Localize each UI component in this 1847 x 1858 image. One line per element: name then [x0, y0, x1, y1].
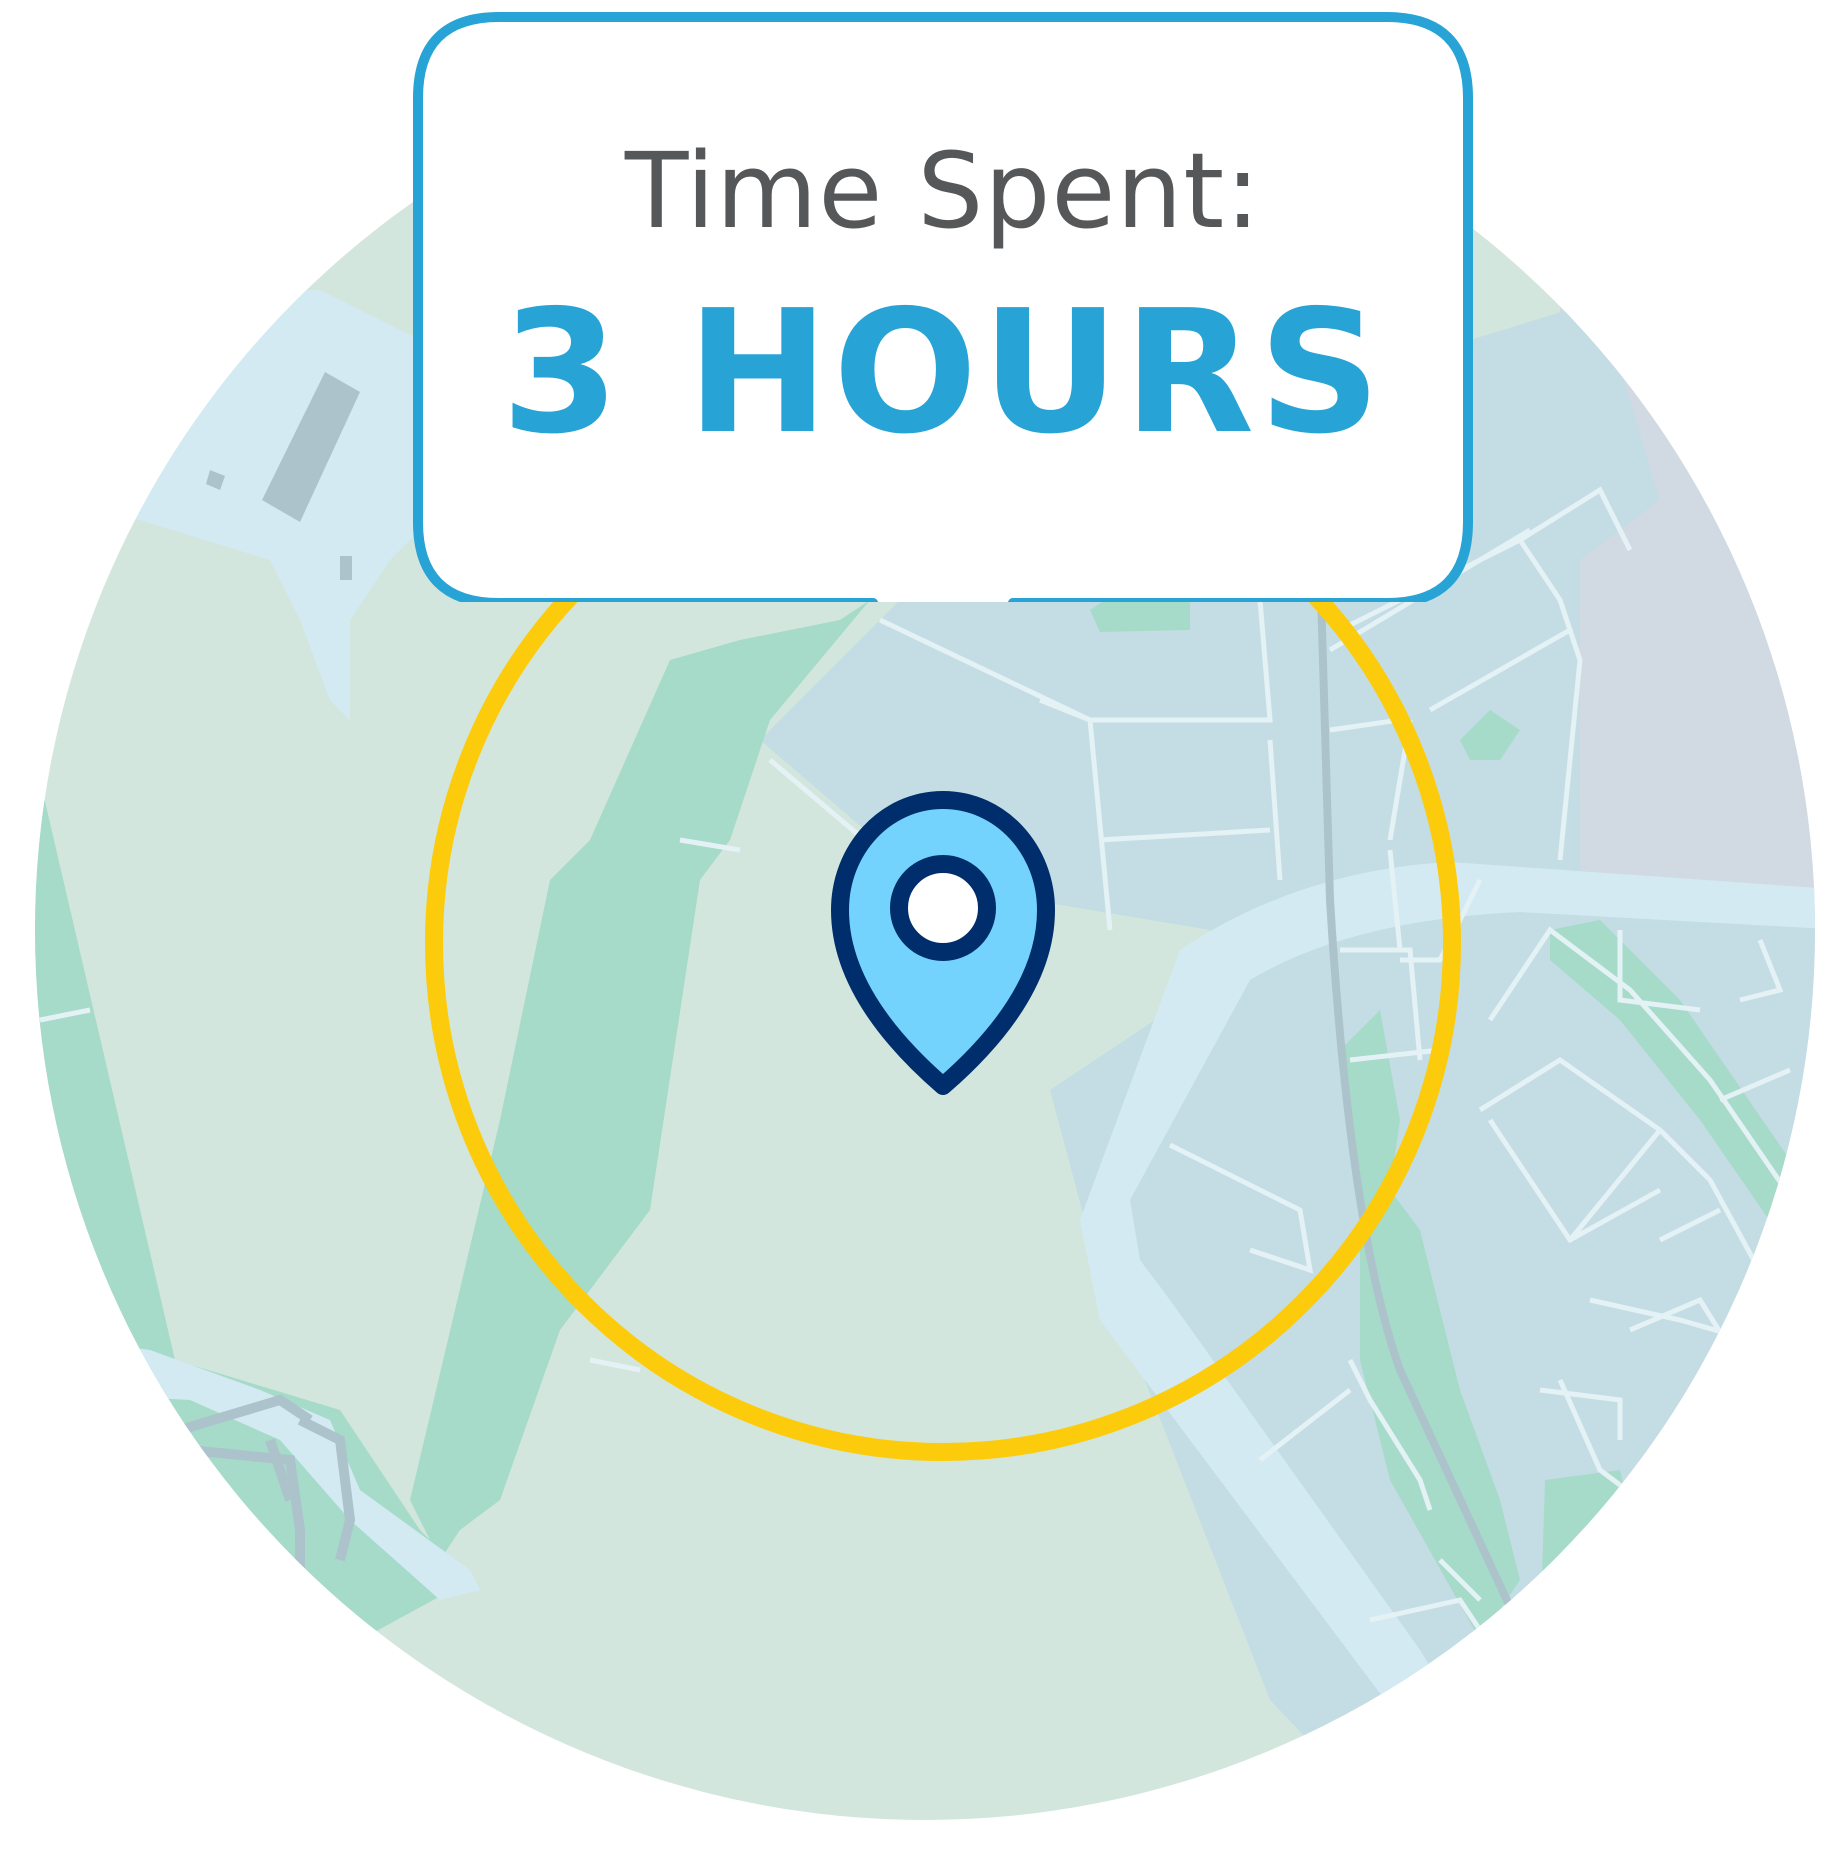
callout-label: Time Spent: [624, 130, 1262, 252]
building-small-2 [340, 556, 352, 580]
callout-value: 3 HOURS [501, 274, 1385, 472]
park-small [1540, 1470, 1640, 1640]
time-spent-callout: Time Spent: 3 HOURS [413, 12, 1473, 602]
